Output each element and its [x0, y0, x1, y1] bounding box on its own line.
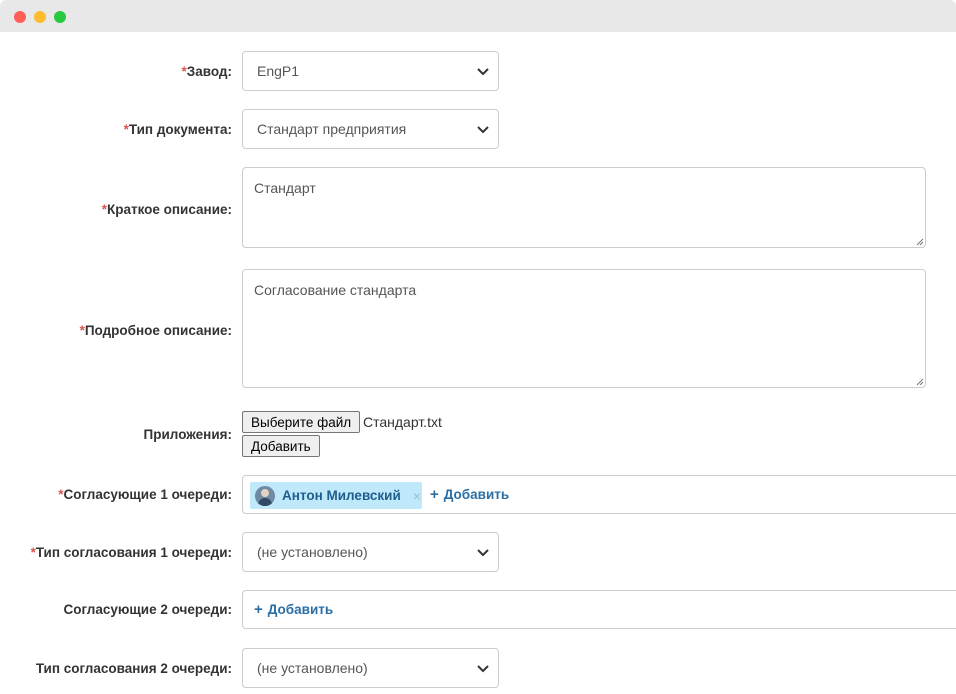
add-approver1-label: Добавить	[443, 487, 510, 502]
app-window: *Завод: EngP1 *Тип документа: Стандарт п…	[0, 0, 956, 694]
maximize-window-button[interactable]	[54, 11, 66, 23]
approval-type2-value: (не установлено)	[257, 660, 368, 676]
approval-type1-row: *Тип согласования 1 очереди: (не установ…	[0, 532, 956, 572]
window-titlebar	[0, 0, 956, 32]
close-window-button[interactable]	[14, 11, 26, 23]
attachments-label: Приложения:	[143, 427, 232, 442]
short-desc-text: Стандарт	[254, 180, 316, 196]
long-desc-row: *Подробное описание: Согласование станда…	[0, 269, 956, 388]
approval-type2-select[interactable]: (не установлено)	[242, 648, 499, 688]
short-desc-row: *Краткое описание: Стандарт	[0, 167, 956, 248]
doc-type-select-value: Стандарт предприятия	[257, 121, 407, 137]
plant-select-value: EngP1	[257, 63, 300, 79]
add-attachment-button[interactable]: Добавить	[242, 435, 320, 457]
approval-type1-value: (не установлено)	[257, 544, 368, 560]
doc-type-row: *Тип документа: Стандарт предприятия	[0, 109, 956, 149]
approvers1-field[interactable]: Антон Милевский × + Добавить	[242, 475, 956, 514]
plus-icon: +	[254, 600, 263, 618]
add-approver2-button[interactable]: + Добавить	[254, 600, 334, 618]
choose-file-button[interactable]: Выберите файл	[242, 411, 361, 433]
add-approver1-button[interactable]: + Добавить	[430, 485, 510, 503]
long-desc-label: *Подробное описание:	[79, 323, 232, 338]
resize-grip-icon[interactable]	[914, 376, 924, 386]
plant-select[interactable]: EngP1	[242, 51, 499, 91]
long-desc-text: Согласование стандарта	[254, 282, 417, 298]
approvers2-field[interactable]: + Добавить	[242, 590, 956, 629]
chevron-down-icon	[477, 126, 489, 134]
plant-label: *Завод:	[181, 64, 233, 79]
chevron-down-icon	[477, 665, 489, 673]
doc-type-select[interactable]: Стандарт предприятия	[242, 109, 499, 149]
chevron-down-icon	[477, 549, 489, 557]
approval-type1-label: *Тип согласования 1 очереди:	[30, 545, 232, 560]
minimize-window-button[interactable]	[34, 11, 46, 23]
short-desc-textarea[interactable]: Стандарт	[242, 167, 926, 248]
short-desc-label: *Краткое описание:	[101, 202, 232, 217]
close-icon[interactable]: ×	[413, 488, 421, 504]
attachments-row: Приложения: Выберите файл Стандарт.txt Д…	[0, 410, 956, 460]
avatar	[255, 485, 275, 506]
approval-type2-label: Тип согласования 2 очереди:	[35, 661, 232, 676]
add-approver2-label: Добавить	[267, 602, 334, 617]
approvers1-label: *Согласующие 1 очереди:	[58, 487, 232, 502]
resize-grip-icon[interactable]	[914, 236, 924, 246]
approval-type2-row: Тип согласования 2 очереди: (не установл…	[0, 648, 956, 688]
approvers2-label: Согласующие 2 очереди:	[63, 602, 233, 617]
doc-type-label: *Тип документа:	[123, 122, 232, 137]
plant-row: *Завод: EngP1	[0, 51, 956, 91]
long-desc-textarea[interactable]: Согласование стандарта	[242, 269, 926, 388]
approval-type1-select[interactable]: (не установлено)	[242, 532, 499, 572]
approver-name: Антон Милевский	[282, 488, 401, 503]
chevron-down-icon	[477, 68, 489, 76]
approvers1-row: *Согласующие 1 очереди: Антон Милевский …	[0, 475, 956, 514]
plus-icon: +	[430, 485, 439, 503]
approver-chip[interactable]: Антон Милевский ×	[250, 482, 422, 509]
selected-file-name: Стандарт.txt	[363, 414, 442, 430]
approvers2-row: Согласующие 2 очереди: + Добавить	[0, 590, 956, 629]
